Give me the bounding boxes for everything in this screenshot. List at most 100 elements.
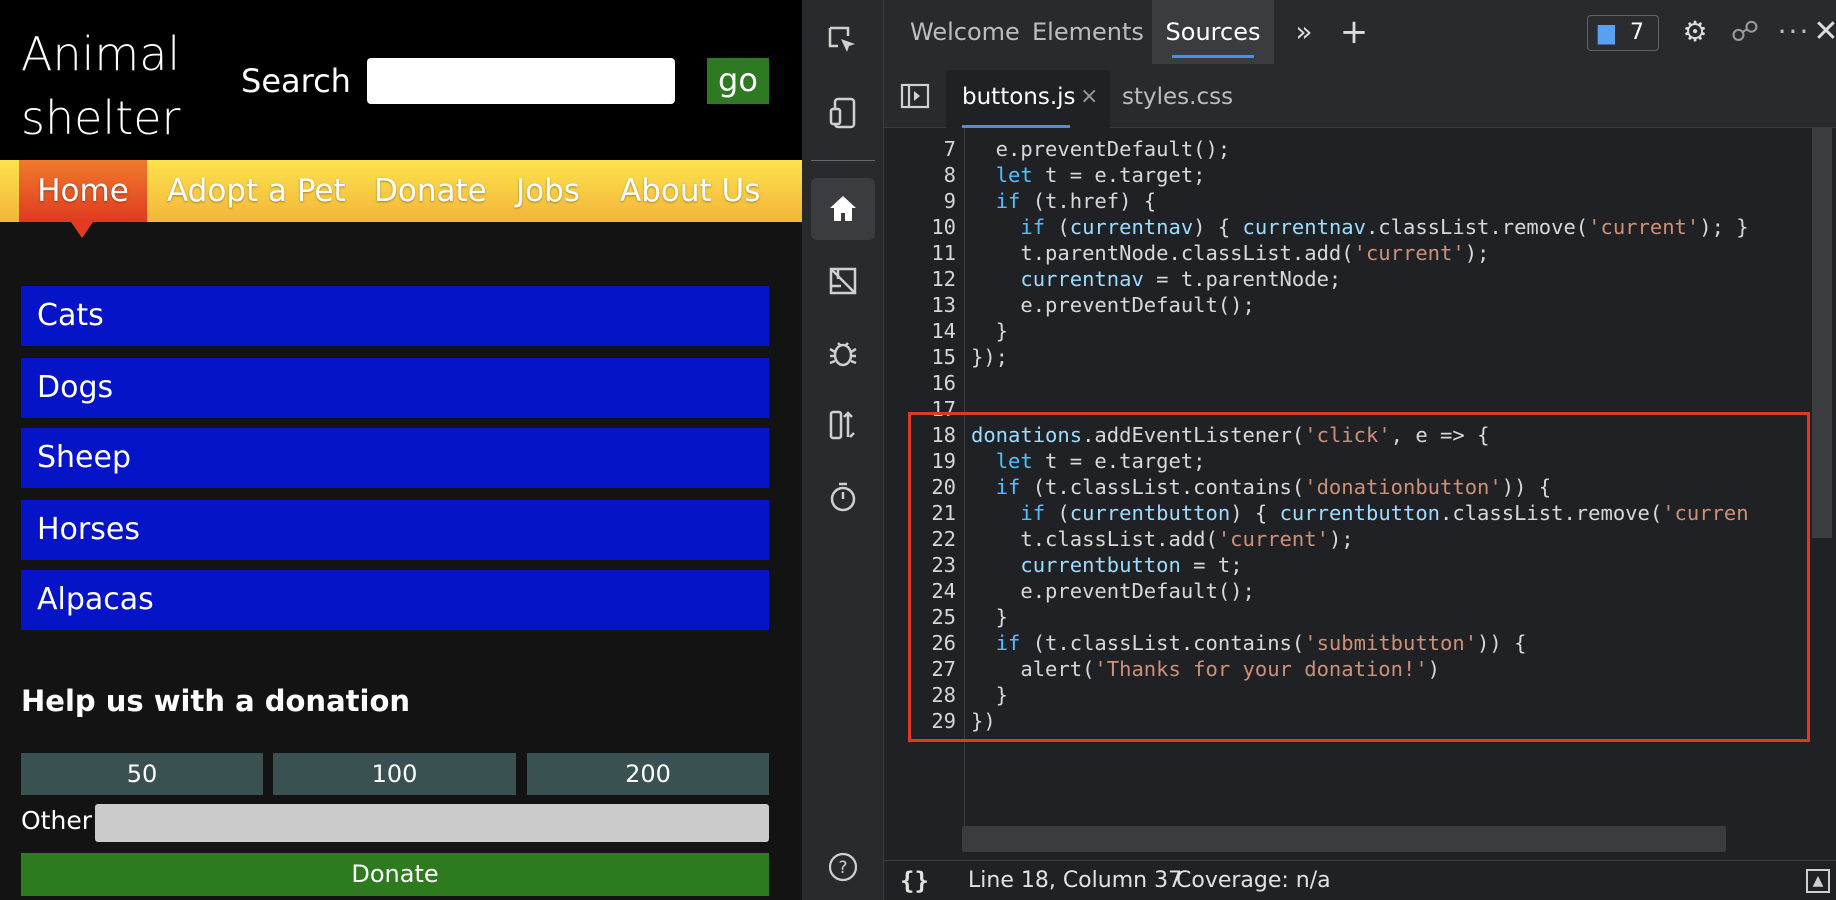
nav-item-about-us[interactable]: About Us — [620, 160, 760, 222]
line-number: 24 — [931, 579, 956, 603]
chevron-double-right-icon[interactable]: » — [1282, 0, 1326, 64]
animal-link-alpacas[interactable]: Alpacas — [21, 570, 769, 630]
code-text: } — [971, 318, 1008, 344]
tab-welcome[interactable]: Welcome — [910, 0, 1020, 64]
home-icon[interactable] — [811, 178, 875, 240]
code-line[interactable]: 10 if (currentnav) { currentnav.classLis… — [884, 214, 1836, 240]
code-token: (t.href) { — [1020, 189, 1157, 213]
line-number: 17 — [931, 397, 956, 421]
code-token: e.preventDefault(); — [971, 293, 1255, 317]
code-token: } — [971, 319, 1009, 343]
code-text: alert('Thanks for your donation!') — [971, 656, 1440, 682]
code-line[interactable]: 27 alert('Thanks for your donation!') — [884, 656, 1836, 682]
close-icon[interactable]: ✕ — [1806, 0, 1836, 64]
vertical-scrollbar[interactable] — [1812, 128, 1832, 538]
line-number: 21 — [931, 501, 956, 525]
nav-item-jobs[interactable]: Jobs — [516, 160, 580, 222]
code-token: t = e.target; — [1032, 163, 1206, 187]
nav-item-donate[interactable]: Donate — [374, 160, 487, 222]
donation-amount-button[interactable]: 200 — [527, 753, 769, 795]
code-line[interactable]: 17 — [884, 396, 1836, 422]
gear-icon[interactable]: ⚙ — [1672, 0, 1718, 64]
tab-sources[interactable]: Sources — [1152, 0, 1274, 64]
code-line[interactable]: 15}); — [884, 344, 1836, 370]
code-line[interactable]: 29}) — [884, 708, 1836, 734]
bug-icon[interactable] — [811, 322, 875, 384]
animal-link-sheep[interactable]: Sheep — [21, 428, 769, 488]
code-line[interactable]: 26 if (t.classList.contains('submitbutto… — [884, 630, 1836, 656]
line-number: 22 — [931, 527, 956, 551]
code-line[interactable]: 9 if (t.href) { — [884, 188, 1836, 214]
code-line[interactable]: 23 currentbutton = t; — [884, 552, 1836, 578]
help-icon[interactable]: ? — [811, 836, 875, 898]
issues-badge[interactable]: ▆ 7 — [1587, 15, 1659, 51]
feedback-icon[interactable]: ☍ — [1722, 0, 1768, 64]
search-input[interactable] — [367, 58, 675, 104]
code-line[interactable]: 28 } — [884, 682, 1836, 708]
performance-timer-icon[interactable] — [811, 466, 875, 528]
pretty-print-button[interactable]: {} — [900, 861, 929, 900]
network-icon[interactable] — [811, 394, 875, 456]
code-text: currentnav = t.parentNode; — [971, 266, 1341, 292]
line-number: 11 — [931, 241, 956, 265]
code-line[interactable]: 11 t.parentNode.classList.add('current')… — [884, 240, 1836, 266]
code-token: currentnav — [1020, 267, 1144, 291]
code-text: if (t.classList.contains('donationbutton… — [971, 474, 1551, 500]
donation-amount-button[interactable]: 50 — [21, 753, 263, 795]
plus-icon[interactable]: + — [1332, 0, 1376, 64]
line-number: 12 — [931, 267, 956, 291]
code-token: (t.classList.contains( — [1020, 475, 1305, 499]
device-emulation-icon[interactable] — [811, 82, 875, 144]
code-line[interactable]: 12 currentnav = t.parentNode; — [884, 266, 1836, 292]
status-bar: {} Line 18, Column 37 Coverage: n/a ▲ — [884, 860, 1836, 900]
go-button[interactable]: go — [707, 58, 769, 104]
file-tab-buttons-js[interactable]: buttons.js × — [946, 70, 1110, 128]
code-line[interactable]: 25 } — [884, 604, 1836, 630]
line-number: 7 — [943, 137, 956, 161]
code-line[interactable]: 16 — [884, 370, 1836, 396]
code-line[interactable]: 14 } — [884, 318, 1836, 344]
donate-button[interactable]: Donate — [21, 853, 769, 896]
code-line[interactable]: 13 e.preventDefault(); — [884, 292, 1836, 318]
animal-link-horses[interactable]: Horses — [21, 500, 769, 560]
code-line[interactable]: 24 e.preventDefault(); — [884, 578, 1836, 604]
code-line[interactable]: 18 donations.addEventListener('click', e … — [884, 422, 1836, 448]
code-token: .classList.remove( — [1440, 501, 1663, 525]
close-tab-icon[interactable]: × — [1080, 70, 1098, 124]
code-line[interactable]: 20 if (t.classList.contains('donationbut… — [884, 474, 1836, 500]
code-text: t.parentNode.classList.add('current'); — [971, 240, 1489, 266]
devtools-panel: ? Welcome Elements Sources » + ▆ 7 ⚙ ☍ ·… — [802, 0, 1836, 900]
code-line[interactable]: 7 e.preventDefault(); — [884, 136, 1836, 162]
code-token: e.preventDefault(); — [971, 579, 1255, 603]
donation-amount-button[interactable]: 100 — [273, 753, 516, 795]
code-line[interactable]: 19 let t = e.target; — [884, 448, 1836, 474]
layout-tool-icon[interactable] — [811, 250, 875, 312]
tab-elements[interactable]: Elements — [1032, 0, 1144, 64]
sidebar-toggle-icon[interactable] — [900, 64, 930, 128]
site-nav: Home Adopt a Pet Donate Jobs About Us — [0, 160, 802, 222]
file-tab-styles-css[interactable]: styles.css — [1106, 70, 1233, 128]
animal-link-dogs[interactable]: Dogs — [21, 358, 769, 418]
code-token: = t; — [1180, 553, 1243, 577]
code-line[interactable]: 8 let t = e.target; — [884, 162, 1836, 188]
line-number: 15 — [931, 345, 956, 369]
web-page: Animal shelter Search go Home Adopt a Pe… — [0, 0, 802, 900]
code-line[interactable]: 21 if (currentbutton) { currentbutton.cl… — [884, 500, 1836, 526]
other-amount-input[interactable] — [95, 804, 769, 842]
code-text: let t = e.target; — [971, 162, 1206, 188]
current-nav-indicator — [71, 222, 93, 238]
code-text: let t = e.target; — [971, 448, 1206, 474]
nav-item-adopt-a-pet[interactable]: Adopt a Pet — [167, 160, 346, 222]
code-token: t.classList.add( — [971, 527, 1218, 551]
code-editor[interactable]: 7 e.preventDefault(); 8 let t = e.target;… — [884, 128, 1836, 828]
inspect-element-icon[interactable] — [811, 10, 875, 72]
animal-link-cats[interactable]: Cats — [21, 286, 769, 346]
code-line[interactable]: 22 t.classList.add('current'); — [884, 526, 1836, 552]
drawer-toggle-icon[interactable]: ▲ — [1806, 869, 1830, 893]
code-text: if (t.href) { — [971, 188, 1156, 214]
nav-item-home[interactable]: Home — [19, 160, 147, 222]
horizontal-scrollbar[interactable] — [962, 826, 1726, 852]
activity-bar: ? — [802, 0, 884, 900]
